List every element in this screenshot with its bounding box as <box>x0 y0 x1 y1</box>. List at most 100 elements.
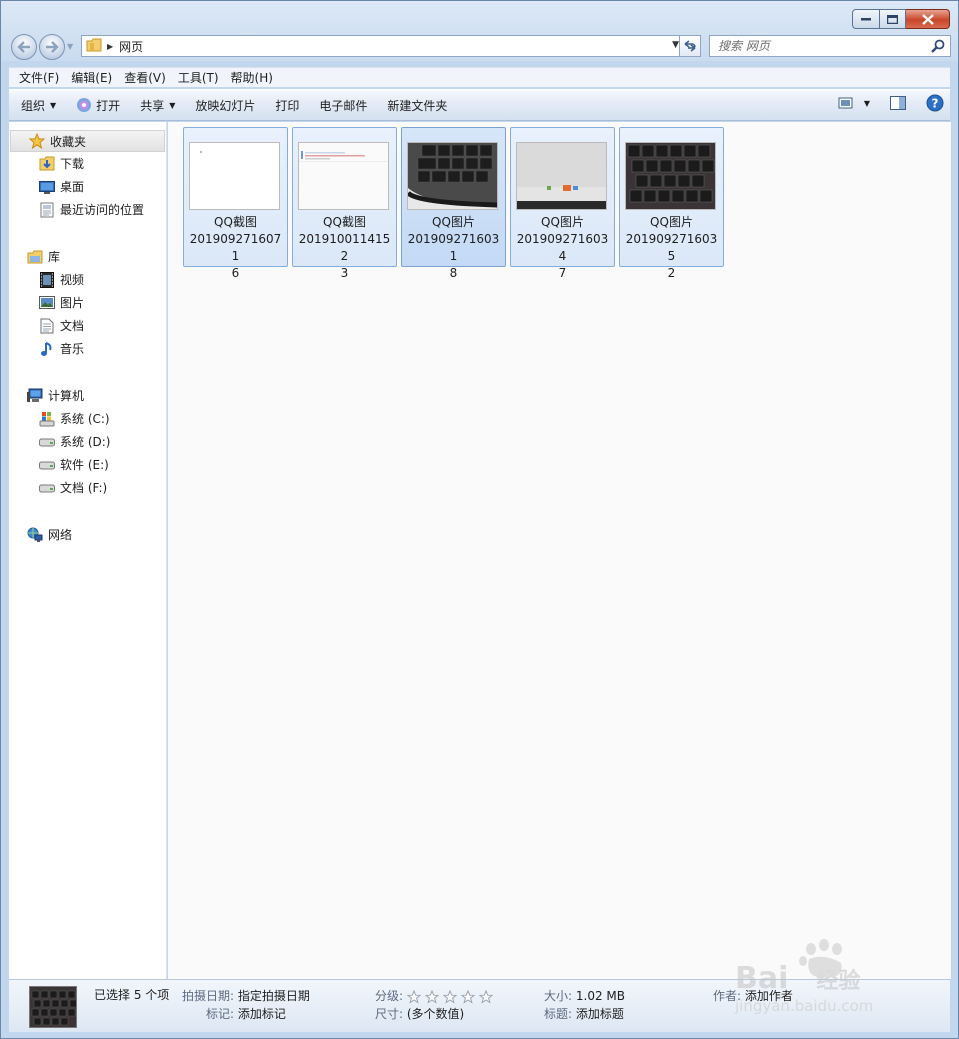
folder-icon <box>86 38 102 55</box>
search-box[interactable] <box>709 35 951 57</box>
breadcrumb-current[interactable]: 网页 <box>119 38 143 55</box>
share-button[interactable]: 共享 ▼ <box>132 93 183 117</box>
star-icon[interactable] <box>424 989 441 1004</box>
file-tile[interactable]: QQ图片 2019092716031 8 <box>401 127 506 280</box>
desktop-icon <box>39 179 55 195</box>
title-label: 标题: <box>544 1007 573 1021</box>
date-taken-value[interactable]: 指定拍摄日期 <box>238 989 310 1003</box>
address-bar[interactable]: ▶ 网页 ▼ <box>81 35 684 57</box>
change-view-button[interactable]: ▼ <box>838 96 870 110</box>
sidebar-item-desktop[interactable]: 桌面 <box>9 175 166 198</box>
slideshow-button[interactable]: 放映幻灯片 <box>187 93 263 117</box>
computer-group: 计算机 系统 (C:) 系统 (D:) 软件 (E:) 文档 (F:) <box>9 384 166 499</box>
menu-edit[interactable]: 编辑(E) <box>65 69 118 86</box>
drive-icon <box>39 480 55 496</box>
blank-screenshot-thumbnail <box>189 142 280 210</box>
dimensions-field: 尺寸: (多个数值) <box>375 1005 464 1022</box>
author-field: 作者: 添加作者 <box>713 987 793 1004</box>
sidebar-item-label: 图片 <box>60 296 85 310</box>
refresh-icon <box>684 40 696 52</box>
network-icon <box>27 527 43 543</box>
file-tile[interactable]: QQ截图 2019092716071 6 <box>183 127 288 280</box>
sidebar-item-label: 计算机 <box>48 389 85 403</box>
libraries-group: 库 视频 图片 文档 音乐 <box>9 245 166 360</box>
sidebar-item-libraries[interactable]: 库 <box>9 245 166 268</box>
author-value[interactable]: 添加作者 <box>745 989 793 1003</box>
sidebar-item-label: 音乐 <box>60 342 85 356</box>
sidebar-item-videos[interactable]: 视频 <box>9 268 166 291</box>
star-icon[interactable] <box>442 989 459 1004</box>
sidebar-item-network[interactable]: 网络 <box>9 523 166 546</box>
file-tile[interactable]: QQ图片 2019092716034 7 <box>510 127 615 280</box>
sidebar-item-drive-e[interactable]: 软件 (E:) <box>9 453 166 476</box>
sidebar-item-downloads[interactable]: 下载 <box>9 152 166 175</box>
sidebar-item-drive-d[interactable]: 系统 (D:) <box>9 430 166 453</box>
file-tile[interactable]: QQ截图 2019100114152 3 <box>292 127 397 280</box>
menu-help[interactable]: 帮助(H) <box>225 69 279 86</box>
star-icon[interactable] <box>406 989 423 1004</box>
maximize-button[interactable] <box>880 9 906 29</box>
sidebar-item-label: 软件 (E:) <box>60 458 109 472</box>
preview-pane-button[interactable] <box>890 96 906 110</box>
tags-value[interactable]: 添加标记 <box>238 1007 286 1021</box>
selection-thumbnail <box>29 986 77 1028</box>
size-label: 大小: <box>544 989 573 1003</box>
sidebar-item-drive-c[interactable]: 系统 (C:) <box>9 407 166 430</box>
date-taken-field: 拍摄日期: 指定拍摄日期 <box>182 987 310 1004</box>
system-drive-icon <box>39 411 55 427</box>
close-button[interactable] <box>906 9 950 29</box>
svg-text:?: ? <box>932 97 939 111</box>
favorites-group: 收藏夹 下载 桌面 最近访问的位置 <box>9 130 166 221</box>
search-icon[interactable] <box>931 39 945 56</box>
sidebar-item-computer[interactable]: 计算机 <box>9 384 166 407</box>
file-list[interactable]: QQ截图 2019092716071 6 QQ截图 2019100114152 … <box>168 122 951 979</box>
email-button[interactable]: 电子邮件 <box>311 93 375 117</box>
sidebar-item-documents[interactable]: 文档 <box>9 314 166 337</box>
address-history-dropdown[interactable]: ▼ <box>672 40 679 50</box>
menu-tools[interactable]: 工具(T) <box>172 69 225 86</box>
title-value[interactable]: 添加标题 <box>576 1007 624 1021</box>
documents-icon <box>39 318 55 334</box>
keyboard-photo-2-thumbnail <box>625 142 716 210</box>
rating-stars[interactable] <box>406 989 497 1004</box>
file-tile[interactable]: QQ图片 2019092716035 2 <box>619 127 724 280</box>
monitor-photo-thumbnail <box>516 142 607 210</box>
menu-view[interactable]: 查看(V) <box>118 69 172 86</box>
menu-file[interactable]: 文件(F) <box>13 69 65 86</box>
new-folder-button[interactable]: 新建文件夹 <box>379 93 455 117</box>
organize-button[interactable]: 组织 ▼ <box>13 93 64 117</box>
network-group: 网络 <box>9 523 166 546</box>
chevron-down-icon: ▼ <box>863 98 870 108</box>
file-name: QQ图片 2019092716035 2 <box>625 215 718 280</box>
sidebar-item-pictures[interactable]: 图片 <box>9 291 166 314</box>
print-button[interactable]: 打印 <box>267 93 307 117</box>
rating-field: 分级: <box>375 987 497 1004</box>
open-button[interactable]: 打开 <box>68 93 128 117</box>
dimensions-value: (多个数值) <box>406 1007 465 1021</box>
sidebar-item-label: 文档 <box>60 319 85 333</box>
breadcrumb-chevron-icon[interactable]: ▶ <box>107 42 113 51</box>
view-icon <box>838 97 853 109</box>
back-button[interactable] <box>11 34 37 60</box>
author-label: 作者: <box>713 989 742 1003</box>
refresh-button[interactable] <box>679 35 701 57</box>
sidebar-item-label: 文档 (F:) <box>60 481 108 495</box>
help-button[interactable]: ? <box>926 94 944 112</box>
star-icon[interactable] <box>478 989 495 1004</box>
sidebar-item-music[interactable]: 音乐 <box>9 337 166 360</box>
star-icon[interactable] <box>460 989 477 1004</box>
size-field: 大小: 1.02 MB <box>544 987 625 1004</box>
sidebar-item-recent-places[interactable]: 最近访问的位置 <box>9 198 166 221</box>
sidebar-item-drive-f[interactable]: 文档 (F:) <box>9 476 166 499</box>
chevron-down-icon: ▼ <box>169 100 176 110</box>
recent-pages-dropdown[interactable]: ▼ <box>67 42 73 51</box>
help-icon: ? <box>926 94 944 112</box>
forward-button[interactable] <box>39 34 65 60</box>
star-icon <box>29 133 45 149</box>
keyboard-photo-thumbnail <box>407 142 498 210</box>
search-input[interactable] <box>718 39 918 53</box>
tags-label: 标记: <box>206 1007 235 1021</box>
sidebar-item-favorites[interactable]: 收藏夹 <box>10 130 165 152</box>
sidebar-item-label: 系统 (D:) <box>60 435 111 449</box>
minimize-button[interactable] <box>852 9 880 29</box>
